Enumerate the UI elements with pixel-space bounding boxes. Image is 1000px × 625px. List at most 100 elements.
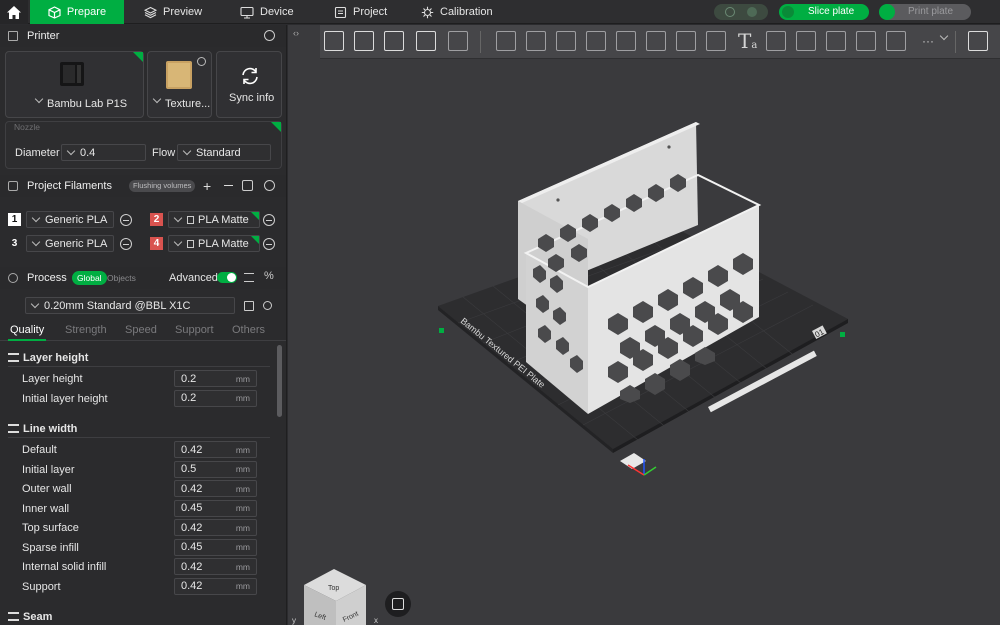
rotate-icon[interactable]	[526, 31, 546, 51]
setting-value-input[interactable]: 0.42 mm	[174, 441, 257, 458]
plate-type-card[interactable]: Texture...	[147, 51, 212, 118]
text-tool-icon[interactable]: Ta	[738, 29, 757, 53]
camera-focus-button[interactable]	[385, 591, 411, 617]
seam-paint-icon[interactable]	[706, 31, 726, 51]
cut-icon[interactable]	[616, 31, 636, 51]
brim-ears-icon[interactable]	[886, 31, 906, 51]
more-tools-icon[interactable]: ···	[922, 34, 934, 48]
tab-device[interactable]: Device	[240, 0, 294, 24]
tab-prepare[interactable]: Prepare	[30, 0, 124, 24]
add-object-icon[interactable]	[324, 31, 344, 51]
arrange-icon[interactable]	[416, 31, 436, 51]
tab-speed[interactable]: Speed	[125, 324, 157, 336]
objects-toggle[interactable]: Objects	[107, 273, 136, 283]
setting-label: Internal solid infill	[22, 561, 107, 573]
advanced-switch[interactable]	[217, 272, 237, 283]
tab-preview[interactable]: Preview	[144, 0, 202, 24]
filament-select[interactable]: PLA Matte	[168, 235, 260, 252]
chevron-down-icon[interactable]	[939, 31, 949, 41]
filament-settings-gear-icon[interactable]	[264, 180, 275, 191]
filament-edit-icon[interactable]	[263, 238, 275, 250]
setting-value-input[interactable]: 0.42 mm	[174, 480, 257, 497]
lay-on-face-icon[interactable]	[586, 31, 606, 51]
add-plate-icon[interactable]	[354, 31, 374, 51]
setting-value-input[interactable]: 0.42 mm	[174, 558, 257, 575]
sync-info-button[interactable]: Sync info Sync info	[216, 51, 282, 118]
setting-value-input[interactable]: 0.45 mm	[174, 499, 257, 517]
variable-layer-icon[interactable]	[856, 31, 876, 51]
setting-value-input[interactable]: 0.2 mm	[174, 389, 257, 407]
slice-plate-label: Slice plate	[808, 6, 855, 17]
setting-value: 0.42	[181, 580, 203, 592]
return-edit-icon[interactable]	[968, 31, 988, 51]
advanced-label: Advanced	[169, 272, 218, 284]
list-icon[interactable]	[244, 273, 254, 282]
setting-value-input[interactable]: 0.5 mm	[174, 460, 257, 478]
tab-quality[interactable]: Quality	[10, 324, 44, 336]
filament-index-badge: 2	[150, 213, 163, 226]
setting-value-input[interactable]: 0.42 mm	[174, 577, 257, 595]
filament-select[interactable]: Generic PLA	[26, 211, 114, 228]
slice-plate-button[interactable]: Slice plate	[779, 4, 869, 20]
color-paint-icon[interactable]	[826, 31, 846, 51]
tab-others[interactable]: Others	[232, 324, 265, 336]
scene-canvas[interactable]: Bambu Textured PEI Plate 01 Top Left Fro…	[288, 59, 1000, 625]
setting-label: Outer wall	[22, 483, 72, 495]
settings-scrollbar[interactable]	[277, 345, 282, 417]
tab-calibration[interactable]: Calibration	[421, 0, 493, 24]
flow-select[interactable]: Standard	[177, 144, 271, 161]
collapse-sidebar-icon[interactable]: ‹›	[293, 28, 303, 38]
home-button[interactable]	[0, 0, 28, 24]
measure-icon[interactable]	[766, 31, 786, 51]
setting-value-input[interactable]: 0.2 mm	[174, 370, 257, 387]
setting-label: Top surface	[22, 522, 79, 534]
tab-strength[interactable]: Strength	[65, 324, 107, 336]
setting-value: 0.42	[181, 521, 203, 534]
add-filament-icon[interactable]: +	[203, 178, 211, 194]
filament-select[interactable]: PLA Matte	[168, 211, 260, 228]
printer-model-card[interactable]: Bambu Lab P1S	[5, 51, 144, 118]
connection-toggle[interactable]	[714, 4, 768, 20]
filament-sync-icon[interactable]	[242, 180, 253, 191]
process-title: Process	[27, 272, 67, 284]
view-cube[interactable]: Top Left Front y x	[292, 569, 378, 625]
process-preset-select[interactable]: 0.20mm Standard @BBL X1C	[25, 297, 235, 314]
chevron-down-icon	[31, 237, 41, 246]
setting-unit: mm	[235, 542, 250, 552]
setting-value-input[interactable]: 0.42 mm	[174, 519, 257, 536]
tab-support[interactable]: Support	[175, 324, 214, 336]
3d-viewport[interactable]: ‹› Ta ··· Bambu Textured PEI Plate 01 To…	[288, 25, 1000, 625]
diameter-label: Diameter	[15, 147, 60, 159]
remove-filament-icon[interactable]	[224, 185, 233, 186]
save-preset-icon[interactable]	[244, 301, 254, 311]
assembly-icon[interactable]	[796, 31, 816, 51]
filament-edit-icon[interactable]	[120, 214, 132, 226]
chevron-down-icon	[66, 146, 76, 155]
diameter-select[interactable]: 0.4	[61, 144, 146, 161]
global-toggle[interactable]: Global	[72, 271, 107, 285]
scale-icon[interactable]	[556, 31, 576, 51]
cube-icon	[48, 5, 61, 19]
filament-select[interactable]: Generic PLA	[26, 235, 114, 252]
split-icon[interactable]	[448, 31, 468, 51]
printer-settings-gear-icon[interactable]	[264, 30, 275, 41]
search-icon[interactable]	[263, 301, 272, 310]
tab-project[interactable]: Project	[334, 0, 387, 24]
process-icon	[8, 273, 18, 283]
setting-value: 0.42	[181, 482, 203, 495]
mesh-boolean-icon[interactable]	[646, 31, 666, 51]
support-paint-icon[interactable]	[676, 31, 696, 51]
mount-hole	[667, 145, 671, 149]
flushing-volumes-button[interactable]: Flushing volumes	[129, 180, 196, 192]
view-cube-top-label[interactable]: Top	[328, 585, 339, 592]
setting-value-input[interactable]: 0.45 mm	[174, 538, 257, 556]
tab-label: Calibration	[440, 6, 493, 18]
filament-edit-icon[interactable]	[263, 214, 275, 226]
print-plate-button[interactable]: Print plate	[879, 4, 971, 20]
percent-icon[interactable]: %	[264, 270, 274, 282]
info-icon[interactable]	[197, 57, 206, 66]
orient-icon[interactable]	[384, 31, 404, 51]
move-icon[interactable]	[496, 31, 516, 51]
filaments-section-header: Project Filaments Flushing volumes +	[0, 175, 286, 197]
filament-edit-icon[interactable]	[120, 238, 132, 250]
